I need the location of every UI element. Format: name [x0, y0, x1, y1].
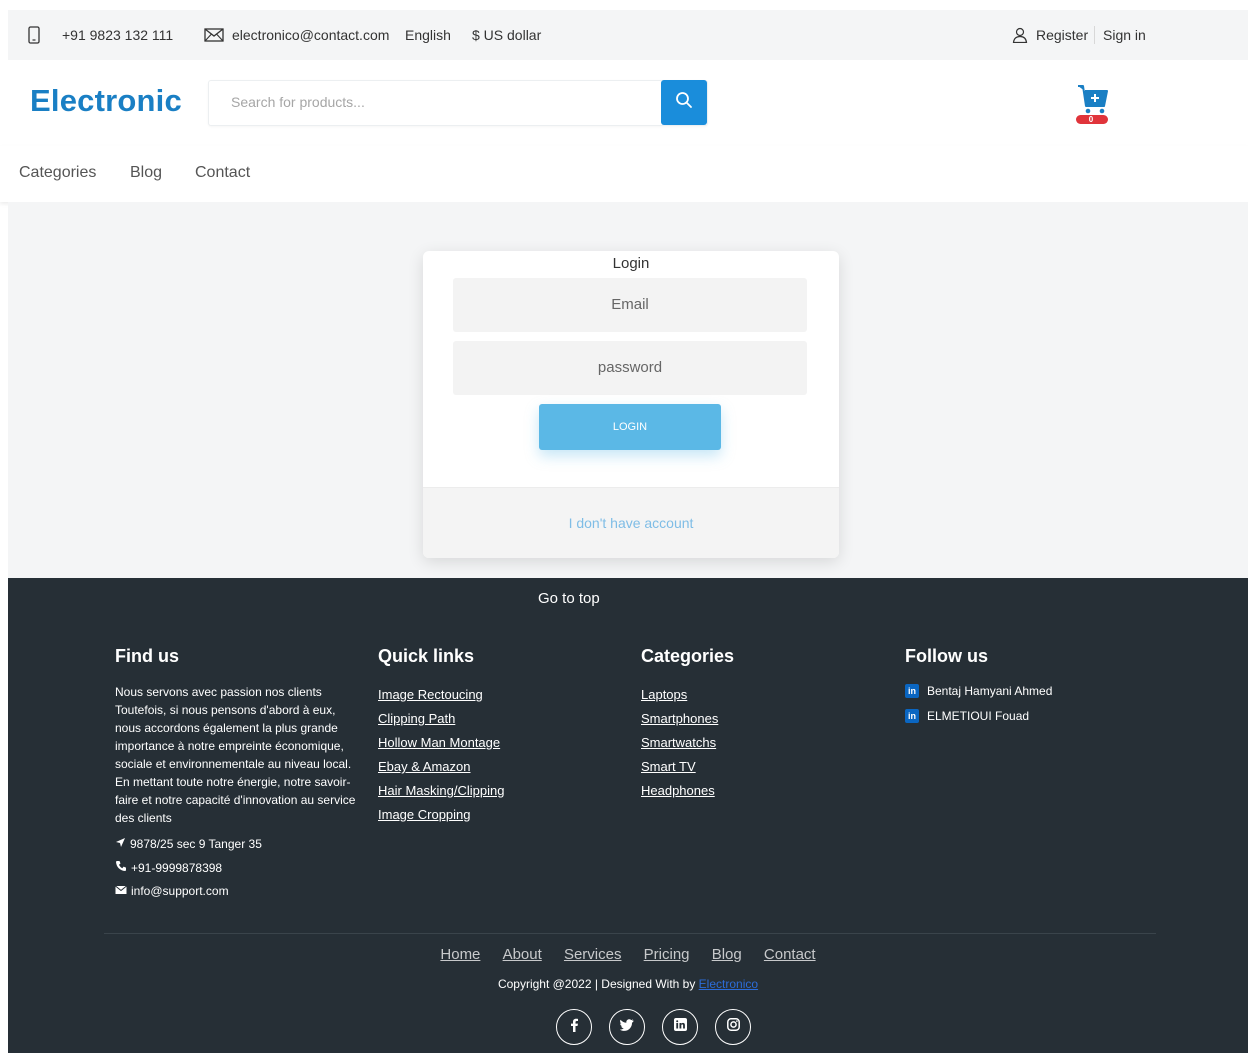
quick-link[interactable]: Hair Masking/Clipping — [378, 779, 504, 803]
login-card: Login Email password LOGIN I don't have … — [423, 251, 839, 558]
footer-divider — [104, 933, 1156, 934]
find-us-column: Find us Nous servons avec passion nos cl… — [115, 646, 360, 898]
twitter-button[interactable] — [609, 1009, 645, 1045]
email-contact: electronico@contact.com — [204, 10, 389, 60]
categories-column: Categories Laptops Smartphones Smartwatc… — [641, 646, 734, 803]
register-link[interactable]: Register — [1012, 10, 1088, 60]
search-button[interactable] — [661, 80, 707, 125]
instagram-button[interactable] — [715, 1009, 751, 1045]
linkedin-icon: in — [905, 709, 919, 723]
divider — [1094, 26, 1095, 44]
address-line: 9878/25 sec 9 Tanger 35 — [115, 837, 360, 851]
category-link[interactable]: Smart TV — [641, 755, 734, 779]
envelope-icon — [204, 28, 224, 42]
find-us-description: Nous servons avec passion nos clients To… — [115, 685, 356, 825]
linkedin-button[interactable] — [662, 1009, 698, 1045]
signin-label[interactable]: Sign in — [1103, 27, 1146, 43]
location-arrow-icon — [115, 837, 126, 851]
phone-icon — [28, 26, 40, 44]
category-link[interactable]: Smartphones — [641, 707, 734, 731]
bottom-link-about[interactable]: About — [503, 946, 542, 963]
instagram-icon — [726, 1018, 740, 1036]
header: Electronic 0 — [8, 60, 1248, 146]
address-text: 9878/25 sec 9 Tanger 35 — [130, 837, 262, 851]
brand-link[interactable]: Electronico — [699, 977, 758, 991]
email-text: info@support.com — [131, 884, 229, 898]
nav-item-blog[interactable]: Blog — [130, 164, 162, 182]
follow-link[interactable]: in Bentaj Hamyani Ahmed — [905, 683, 1052, 699]
password-field[interactable]: password — [453, 341, 807, 395]
copyright-text: Copyright @2022 | Designed With by — [497, 977, 699, 991]
email-field[interactable]: Email — [453, 278, 807, 332]
language-selector[interactable]: English — [405, 10, 451, 60]
bottom-link-blog[interactable]: Blog — [712, 946, 742, 963]
category-link[interactable]: Headphones — [641, 779, 734, 803]
facebook-button[interactable] — [556, 1009, 592, 1045]
bottom-link-pricing[interactable]: Pricing — [644, 946, 690, 963]
category-link[interactable]: Laptops — [641, 683, 734, 707]
search-icon — [675, 91, 693, 114]
nav-item-categories[interactable]: Categories — [19, 164, 96, 182]
register-label[interactable]: Register — [1036, 27, 1088, 43]
quick-links-column: Quick links Image Rectoucing Clipping Pa… — [378, 646, 504, 827]
phone-contact: +91 9823 132 111 — [28, 10, 173, 60]
phone-number: +91 9823 132 111 — [62, 27, 174, 43]
signin-link[interactable]: Sign in — [1103, 10, 1146, 60]
language-label[interactable]: English — [405, 27, 451, 43]
bottom-links: Home About Services Pricing Blog Contact — [8, 946, 1248, 963]
email-line: info@support.com — [115, 884, 360, 898]
main-nav: Categories Blog Contact — [0, 146, 1248, 202]
quick-link[interactable]: Image Rectoucing — [378, 683, 504, 707]
currency-selector[interactable]: $ US dollar — [472, 10, 541, 60]
follow-name[interactable]: Bentaj Hamyani Ahmed — [927, 684, 1052, 698]
go-to-top-link[interactable]: Go to top — [538, 590, 600, 607]
find-us-heading: Find us — [115, 646, 179, 666]
bottom-link-home[interactable]: Home — [440, 946, 480, 963]
quick-link[interactable]: Hollow Man Montage — [378, 731, 504, 755]
social-icons — [556, 1009, 751, 1045]
email-address: electronico@contact.com — [232, 27, 390, 43]
follow-name[interactable]: ELMETIOUI Fouad — [927, 709, 1029, 723]
cart-button[interactable]: 0 — [1074, 82, 1110, 126]
cart-count-badge: 0 — [1088, 115, 1094, 124]
follow-us-heading: Follow us — [905, 646, 988, 666]
search-input[interactable] — [231, 94, 651, 110]
login-title: Login — [612, 255, 650, 272]
phone-line: +91-9999878398 — [115, 860, 360, 875]
linkedin-icon — [673, 1018, 687, 1036]
copyright: Copyright @2022 | Designed With by Elect… — [8, 977, 1248, 991]
phone-text: +91-9999878398 — [131, 860, 223, 875]
bottom-link-services[interactable]: Services — [564, 946, 622, 963]
bottom-link-contact[interactable]: Contact — [764, 946, 816, 963]
footer: Go to top Find us Nous servons avec pass… — [8, 578, 1248, 1053]
categories-heading: Categories — [641, 646, 735, 666]
nav-item-contact[interactable]: Contact — [195, 164, 250, 182]
category-link[interactable]: Smartwatchs — [641, 731, 734, 755]
phone-handset-icon — [115, 860, 127, 875]
login-button[interactable]: LOGIN — [539, 404, 721, 450]
quick-link[interactable]: Image Cropping — [378, 803, 504, 827]
logo[interactable]: Electronic — [30, 83, 182, 119]
user-icon — [1012, 27, 1028, 43]
facebook-icon — [568, 1018, 580, 1037]
search-box — [208, 80, 708, 126]
follow-us-column: Follow us in Bentaj Hamyani Ahmed in ELM… — [905, 646, 1052, 733]
no-account-link[interactable]: I don't have account — [569, 515, 694, 531]
linkedin-icon: in — [905, 684, 919, 698]
envelope-icon — [115, 884, 127, 898]
twitter-icon — [619, 1018, 634, 1036]
quick-link[interactable]: Clipping Path — [378, 707, 504, 731]
card-footer: I don't have account — [423, 487, 839, 558]
follow-link[interactable]: in ELMETIOUI Fouad — [905, 708, 1052, 724]
quick-link[interactable]: Ebay & Amazon — [378, 755, 504, 779]
top-bar: +91 9823 132 111 electronico@contact.com… — [8, 10, 1248, 60]
quick-links-heading: Quick links — [378, 646, 475, 666]
currency-label[interactable]: $ US dollar — [472, 27, 541, 43]
